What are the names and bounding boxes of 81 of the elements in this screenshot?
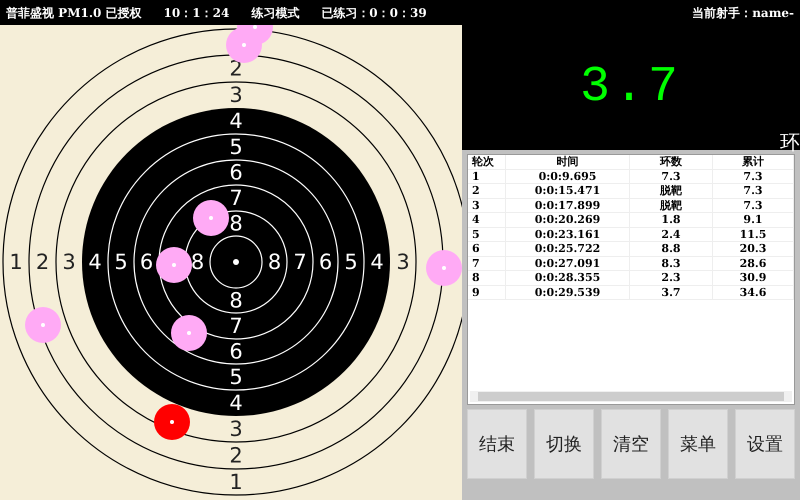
table-cell: 28.6 [713, 256, 794, 270]
table-cell: 1 [468, 170, 506, 183]
score-unit: 环 [780, 132, 800, 152]
table-cell: 7.3 [713, 170, 794, 183]
ring-number: 5 [229, 135, 243, 159]
table-cell: 30.9 [713, 271, 794, 284]
action-button[interactable]: 设置 [735, 409, 795, 479]
table-cell: 9.1 [713, 213, 794, 226]
table-cell: 7.3 [713, 184, 794, 198]
score-value: 3.7 [580, 58, 682, 118]
table-cell: 0:0:20.269 [506, 213, 630, 226]
table-cell: 8.8 [630, 242, 713, 256]
ring-number: 8 [229, 212, 243, 236]
clock: 10：1：24 [164, 4, 230, 22]
ring-number: 3 [62, 250, 76, 274]
action-button[interactable]: 菜单 [668, 409, 728, 479]
table-cell: 0:0:29.539 [506, 286, 630, 299]
mode-label: 练习模式 [251, 4, 300, 22]
action-button[interactable]: 清空 [601, 409, 661, 479]
table-cell: 0:0:23.161 [506, 228, 630, 241]
action-button[interactable]: 切换 [534, 409, 594, 479]
ring-number: 4 [229, 109, 243, 133]
ring-number: 6 [318, 250, 332, 274]
app-title: 普菲盛视 PM1.0 已授权 [6, 4, 142, 22]
table-cell: 0:0:9.695 [506, 170, 630, 183]
table-cell: 3.7 [630, 286, 713, 299]
ring-number: 1 [229, 470, 243, 494]
ring-number: 6 [229, 340, 243, 364]
table-cell: 7 [468, 256, 506, 270]
ring-number: 4 [229, 391, 243, 415]
ring-number: 3 [396, 250, 410, 274]
ring-number: 7 [229, 186, 243, 210]
ring-number: 7 [229, 314, 243, 338]
ring-number: 3 [229, 83, 243, 107]
table-cell: 34.6 [713, 286, 794, 299]
table-cell: 0:0:28.355 [506, 271, 630, 284]
center-dot [233, 259, 239, 265]
table-cell: 2.4 [630, 228, 713, 241]
table-cell: 脱靶 [630, 198, 713, 212]
ring-number: 4 [88, 250, 102, 274]
table-cell: 0:0:17.899 [506, 198, 630, 212]
ring-number: 1 [9, 250, 23, 274]
table-cell: 5 [468, 228, 506, 241]
ring-number: 8 [190, 250, 204, 274]
ring-number: 8 [229, 288, 243, 312]
table-cell: 2.3 [630, 271, 713, 284]
table-cell: 0:0:25.722 [506, 242, 630, 256]
table-cell: 1.8 [630, 213, 713, 226]
ring-number: 6 [229, 160, 243, 184]
table-cell: 4 [468, 213, 506, 226]
table-cell: 9 [468, 286, 506, 299]
ring-number: 5 [229, 365, 243, 389]
table-cell: 20.3 [713, 242, 794, 256]
table-cell: 8 [468, 271, 506, 284]
table-cell: 0:0:15.471 [506, 184, 630, 198]
ring-number: 6 [140, 250, 154, 274]
table-cell: 脱靶 [630, 184, 713, 198]
table-cell: 11.5 [713, 228, 794, 241]
column-header: 轮次 [468, 155, 506, 168]
ring-number: 4 [370, 250, 384, 274]
column-header: 环数 [630, 155, 713, 168]
ring-number: 5 [344, 250, 358, 274]
horizontal-scrollbar[interactable] [470, 391, 792, 402]
table-cell: 7.3 [630, 170, 713, 183]
column-header: 累计 [713, 155, 794, 168]
ring-number: 8 [268, 250, 282, 274]
shooter-name: 当前射手：name- [692, 4, 794, 22]
elapsed-time: 已练习：0：0：39 [321, 4, 427, 22]
column-header: 时间 [506, 155, 630, 168]
ring-number: 2 [36, 250, 50, 274]
ring-number: 5 [114, 250, 128, 274]
table-cell: 8.3 [630, 256, 713, 270]
table-cell: 6 [468, 242, 506, 256]
table-cell: 0:0:27.091 [506, 256, 630, 270]
action-button[interactable]: 结束 [467, 409, 527, 479]
table-cell: 2 [468, 184, 506, 198]
ring-number: 2 [229, 444, 243, 468]
ring-number: 3 [229, 417, 243, 441]
table-cell: 3 [468, 198, 506, 212]
table-cell: 7.3 [713, 198, 794, 212]
ring-number: 7 [293, 250, 307, 274]
